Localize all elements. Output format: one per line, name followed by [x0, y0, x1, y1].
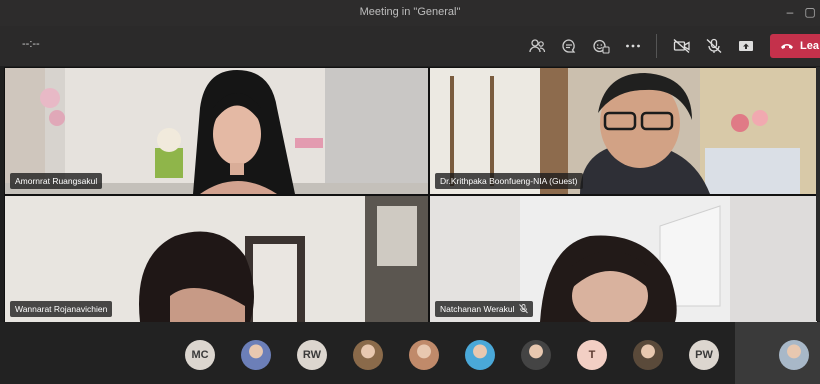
toolbar-divider [656, 34, 657, 58]
participant-avatar[interactable] [633, 340, 663, 370]
participant-tray: MC RW T PW [0, 322, 820, 384]
more-icon [626, 44, 640, 48]
reactions-icon [593, 39, 610, 54]
camera-off-icon [673, 38, 690, 54]
meeting-toolbar: --:-- Lea [0, 26, 820, 66]
hang-up-icon [781, 44, 793, 49]
participant-avatar[interactable] [353, 340, 383, 370]
participant-name-tag: Wannarat Rojanavichien [10, 301, 113, 317]
video-tile-3[interactable]: Wannarat Rojanavichien [4, 195, 429, 323]
participant-avatar[interactable] [779, 340, 809, 370]
leave-label: Lea [800, 40, 819, 52]
participant-avatar[interactable] [241, 340, 271, 370]
muted-mic-icon [518, 304, 528, 314]
participant-avatar[interactable] [465, 340, 495, 370]
participant-name-tag: Dr.Krithpaka Boonfueng-NIA (Guest) [435, 173, 583, 189]
participant-avatar[interactable]: T [577, 340, 607, 370]
video-tile-2[interactable]: Dr.Krithpaka Boonfueng-NIA (Guest) [429, 67, 818, 195]
participant-name: Wannarat Rojanavichien [15, 304, 108, 314]
mic-off-icon [706, 38, 722, 54]
more-options-button[interactable] [621, 34, 645, 58]
reactions-button[interactable] [589, 34, 613, 58]
maximize-icon[interactable]: ▢ [803, 5, 817, 19]
participant-name: Dr.Krithpaka Boonfueng-NIA (Guest) [440, 176, 578, 186]
participant-name: Natchanan Werakul [440, 304, 515, 314]
participant-avatar[interactable]: PW [689, 340, 719, 370]
chat-icon [562, 39, 576, 53]
chat-button[interactable] [557, 34, 581, 58]
meeting-timer: --:-- [22, 38, 40, 50]
video-tile-1[interactable]: Amornrat Ruangsakul [4, 67, 429, 195]
leave-button[interactable]: Lea [770, 34, 820, 58]
camera-toggle-button[interactable] [670, 34, 694, 58]
share-screen-icon [739, 41, 753, 51]
participant-avatar[interactable] [521, 340, 551, 370]
participant-name-tag: Natchanan Werakul [435, 301, 533, 317]
title-bar: Meeting in "General" – ▢ [0, 0, 820, 26]
video-tile-4[interactable]: Natchanan Werakul [429, 195, 818, 323]
participant-avatar[interactable] [409, 340, 439, 370]
minimize-icon[interactable]: – [783, 5, 797, 19]
participant-avatar[interactable]: RW [297, 340, 327, 370]
participants-button[interactable] [525, 34, 549, 58]
participant-avatar[interactable]: MC [185, 340, 215, 370]
share-screen-button[interactable] [734, 34, 758, 58]
people-icon [529, 39, 546, 53]
gallery-scrollbar[interactable] [816, 67, 820, 321]
window-title: Meeting in "General" [359, 6, 461, 18]
participant-name: Amornrat Ruangsakul [15, 176, 98, 186]
mic-toggle-button[interactable] [702, 34, 726, 58]
participant-name-tag: Amornrat Ruangsakul [10, 173, 103, 189]
